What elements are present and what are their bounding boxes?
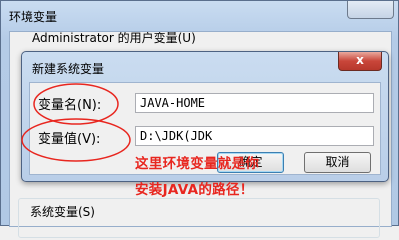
dialog-close-button[interactable]: x [338, 52, 382, 71]
system-vars-label: 系统变量(S) [28, 203, 97, 220]
variable-value-input[interactable]: D:\JDK(JDK [135, 126, 374, 146]
dialog-title: 新建系统变量 [32, 62, 105, 76]
variable-name-input[interactable]: JAVA-HOME [135, 93, 374, 113]
window-title: 环境变量 [9, 10, 58, 24]
variable-name-label: 变量名(N): [38, 98, 102, 113]
window-close-button[interactable] [347, 1, 394, 19]
user-vars-label: Administrator 的用户变量(U) [32, 32, 196, 44]
cancel-button[interactable]: 取消 [304, 152, 371, 173]
annotation-line-2: 安装JAVA的路径！ [135, 182, 254, 198]
variable-value-label: 变量值(V): [38, 132, 101, 147]
annotation-line-1: 这里环境变量就是你 [135, 156, 260, 172]
